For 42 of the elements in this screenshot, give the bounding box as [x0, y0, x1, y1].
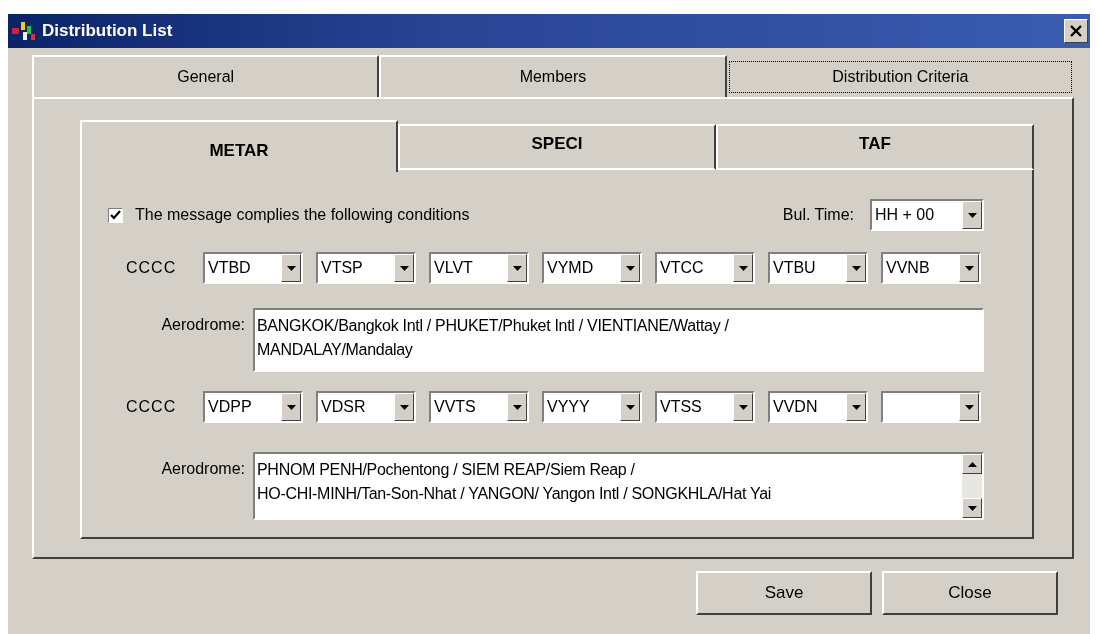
dropdown[interactable]: VDPP: [203, 391, 303, 423]
cccc-label: CCCC: [126, 398, 178, 416]
tab[interactable]: Members: [379, 55, 727, 97]
dropdown[interactable]: VVNB: [881, 252, 981, 284]
dropdown[interactable]: VTCC: [655, 252, 755, 284]
dropdown[interactable]: HH + 00: [870, 199, 984, 231]
aerodrome-label: Aerodrome:: [160, 316, 246, 334]
tab[interactable]: General: [32, 55, 380, 97]
button[interactable]: Save: [696, 571, 872, 615]
dropdown[interactable]: VDSR: [316, 391, 416, 423]
scrollbar[interactable]: [962, 454, 982, 518]
scroll-up-icon[interactable]: [962, 454, 982, 474]
button[interactable]: Close: [882, 571, 1058, 615]
dropdown[interactable]: VYMD: [542, 252, 642, 284]
dropdown[interactable]: VTBD: [203, 252, 303, 284]
aerodrome-label: Aerodrome:: [160, 460, 246, 478]
close-icon: [1069, 25, 1083, 37]
text-line: PHNOM PENH/Pochentong / SIEM REAP/Siem Reap /: [257, 460, 636, 480]
dropdown[interactable]: VTBU: [768, 252, 868, 284]
text-line: MANDALAY/Mandalay: [257, 340, 414, 360]
app-icon: [12, 20, 38, 42]
dropdown[interactable]: VVDN: [768, 391, 868, 423]
window-title: Distribution List: [42, 21, 173, 41]
close-button[interactable]: [1064, 19, 1088, 43]
text-line: BANGKOK/Bangkok Intl / PHUKET/Phuket Intl / VIENTIANE/Wattay /: [257, 316, 730, 336]
cccc-label: CCCC: [126, 259, 178, 277]
tab[interactable]: SPECI: [398, 124, 716, 170]
tab[interactable]: METAR: [80, 120, 398, 172]
dropdown[interactable]: VLVT: [429, 252, 529, 284]
checkbox-label: The message complies the following conditions: [135, 206, 470, 224]
scroll-down-icon[interactable]: [962, 498, 982, 518]
dropdown[interactable]: VTSS: [655, 391, 755, 423]
dropdown[interactable]: [881, 391, 981, 423]
text-line: HO-CHI-MINH/Tan-Son-Nhat / YANGON/ Yangon Intl / SONGKHLA/Hat Yai: [257, 484, 773, 504]
dropdown[interactable]: VYYY: [542, 391, 642, 423]
bul-time-label: Bul. Time:: [782, 206, 854, 224]
dropdown[interactable]: VVTS: [429, 391, 529, 423]
aerodrome-field[interactable]: BANGKOK/Bangkok Intl / PHUKET/Phuket Intl / VIENTIANE/Wattay / MANDALAY/Mandalay: [253, 308, 984, 372]
dropdown[interactable]: VTSP: [316, 252, 416, 284]
aerodrome-field[interactable]: PHNOM PENH/Pochentong / SIEM REAP/Siem Reap / HO-CHI-MINH/Tan-Son-Nhat / YANGON/ Yangon Intl / SONGKHLA/Hat Yai: [253, 452, 984, 520]
checkbox[interactable]: [108, 207, 123, 223]
tab[interactable]: TAF: [716, 124, 1034, 170]
